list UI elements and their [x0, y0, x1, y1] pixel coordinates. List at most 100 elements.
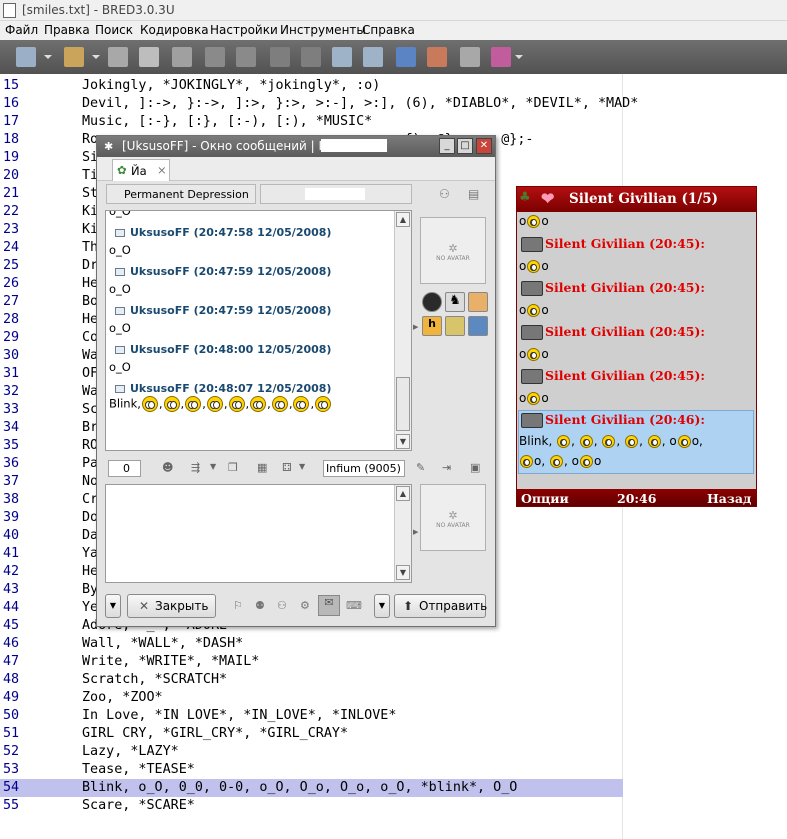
message-envelope-icon [115, 385, 125, 393]
menu-search[interactable]: Поиск [95, 23, 133, 37]
chevron-down-icon[interactable] [44, 55, 52, 59]
editor-line[interactable]: 53 Tease, *TEASE* [0, 761, 787, 779]
menu-file[interactable]: Файл [5, 23, 38, 37]
line-text: Jokingly, *JOKINGLY*, *jokingly*, :o) [82, 78, 381, 93]
send-file-icon[interactable]: ⇶ [191, 461, 200, 474]
avatar-icon: ✲ [448, 242, 458, 255]
options-icon[interactable]: ▣ [470, 461, 480, 474]
editor-line[interactable]: 48 Scratch, *SCRATCH* [0, 671, 787, 689]
plugin-icon[interactable] [491, 47, 511, 67]
typing-icon[interactable]: ⚐ [233, 599, 243, 612]
line-text: Zoo, *ZOO* [82, 690, 163, 705]
scroll-down-icon[interactable]: ▼ [396, 565, 410, 580]
editor-line[interactable]: 46 Wall, *WALL*, *DASH* [0, 635, 787, 653]
line-text: Music, [:-}, [:}, [:-), [:), *MUSIC* [82, 114, 373, 129]
line-number: 40 [3, 528, 20, 543]
log-scrollbar[interactable]: ▲ ▼ [394, 211, 411, 450]
editor-line[interactable]: 54 Blink, o_O, 0_0, 0-0, o_O, O_o, O_o, o… [0, 779, 623, 797]
edit-icon[interactable]: ✎ [416, 461, 425, 474]
settings-icon[interactable]: ⚙ [300, 599, 310, 612]
protocol-selector[interactable]: Infium (9005) Bi [323, 460, 405, 477]
maximize-icon[interactable]: □ [457, 138, 473, 154]
input-scrollbar[interactable]: ▲ ▼ [394, 485, 411, 582]
gift-icon[interactable] [468, 292, 488, 312]
chevron-down-icon[interactable]: ▼ [210, 462, 216, 471]
find-icon[interactable] [332, 47, 352, 67]
palette-icon[interactable] [427, 47, 447, 67]
scroll-thumb[interactable] [396, 377, 410, 431]
copy-icon[interactable] [460, 47, 480, 67]
kolobok-icon[interactable] [445, 316, 465, 336]
menu-dropdown-icon[interactable]: ▼ [105, 594, 121, 618]
editor-line[interactable]: 47 Write, *WRITE*, *MAIL* [0, 653, 787, 671]
editor-line[interactable]: 16 Devil, ]:->, }:->, ]:>, }:>, >:-], >:]… [0, 95, 787, 113]
find-replace-icon[interactable] [363, 47, 383, 67]
menu-help[interactable]: Справка [362, 23, 415, 37]
avatar-placeholder: NO AVATAR [436, 522, 470, 529]
knight-icon[interactable]: ♞ [445, 292, 465, 312]
group-icon[interactable]: ⚃ [282, 461, 292, 474]
line-number: 38 [3, 492, 20, 507]
tab-contact[interactable]: ✿ Йа × [112, 159, 170, 181]
send-button[interactable]: ⬆ Отправить [394, 594, 487, 618]
boat-icon[interactable] [468, 316, 488, 336]
save-all-icon[interactable] [139, 47, 159, 67]
message-envelope-icon [115, 268, 125, 276]
chevron-down-icon[interactable] [92, 55, 100, 59]
message-header: UksusoFF (20:48:00 12/05/2008) [130, 343, 332, 356]
chat-titlebar: ✱ [UksusoFF] - Окно сообщений | ICQ# _ □… [97, 136, 495, 157]
new-file-icon[interactable] [16, 47, 36, 67]
collapse-arrow-icon[interactable]: ▶ [413, 323, 418, 331]
line-number: 31 [3, 366, 20, 381]
undo-icon[interactable] [205, 47, 225, 67]
menu-encoding[interactable]: Кодировка [140, 23, 209, 37]
cut-icon[interactable] [270, 47, 290, 67]
chevron-down-icon[interactable]: ▼ [299, 462, 305, 471]
collapse-arrow-icon[interactable]: ▶ [413, 528, 418, 536]
user-icon[interactable]: ⚉ [255, 599, 265, 612]
send-options-dropdown[interactable]: ▼ [374, 594, 390, 618]
smile-pack-icon[interactable] [422, 292, 442, 312]
menu-edit[interactable]: Правка [44, 23, 90, 37]
editor-line[interactable]: 15 Jokingly, *JOKINGLY*, *jokingly*, :o) [0, 77, 787, 95]
close-file-icon[interactable] [172, 47, 192, 67]
smiley-icon[interactable]: ☻ [162, 461, 173, 474]
minimize-icon[interactable]: _ [439, 138, 455, 154]
users-icon[interactable]: ⚇ [277, 599, 287, 612]
save-icon[interactable] [108, 47, 128, 67]
open-file-icon[interactable] [64, 47, 84, 67]
keyboard-icon[interactable]: ⌨ [346, 599, 362, 612]
editor-line[interactable]: 17 Music, [:-}, [:}, [:-), [:), *MUSIC* [0, 113, 787, 131]
line-number: 46 [3, 636, 20, 651]
line-number: 19 [3, 150, 20, 165]
line-number: 20 [3, 168, 20, 183]
user-details-icon[interactable]: ⚇ [439, 187, 450, 201]
softkey-back[interactable]: Назад [707, 491, 751, 506]
editor-line[interactable]: 51 GIRL CRY, *GIRL_CRY*, *GIRL_CRAY* [0, 725, 787, 743]
calendar-icon[interactable]: ▦ [257, 461, 267, 474]
message-input[interactable] [105, 484, 412, 583]
redo-icon[interactable] [236, 47, 256, 67]
history-icon[interactable]: ▤ [468, 187, 479, 201]
scroll-down-icon[interactable]: ▼ [396, 434, 410, 449]
menu-tools[interactable]: Инструменты [280, 23, 366, 37]
editor-line[interactable]: 50 In Love, *IN LOVE*, *IN_LOVE*, *INLOVE… [0, 707, 787, 725]
editor-line[interactable]: 49 Zoo, *ZOO* [0, 689, 787, 707]
scroll-up-icon[interactable]: ▲ [396, 212, 410, 227]
scissors-icon[interactable] [301, 47, 321, 67]
softkey-options[interactable]: Опции [521, 491, 569, 506]
h-pack-icon[interactable]: h [422, 316, 442, 336]
tab-close-icon[interactable]: × [157, 163, 167, 177]
scroll-up-icon[interactable]: ▲ [396, 486, 410, 501]
menu-settings[interactable]: Настройки [210, 23, 278, 37]
editor-line[interactable]: 55 Scare, *SCARE* [0, 797, 787, 815]
message-body: o_O [109, 210, 131, 218]
envelope-icon[interactable]: ✉ [318, 595, 340, 616]
close-icon[interactable]: ✕ [476, 138, 492, 154]
transfer-icon[interactable]: ⇥ [442, 461, 451, 474]
editor-line[interactable]: 52 Lazy, *LAZY* [0, 743, 787, 761]
close-button[interactable]: ✕ Закрыть [127, 594, 216, 618]
quote-icon[interactable]: ❐ [228, 461, 238, 474]
convert-icon[interactable] [396, 47, 416, 67]
chevron-down-icon[interactable] [515, 55, 523, 59]
